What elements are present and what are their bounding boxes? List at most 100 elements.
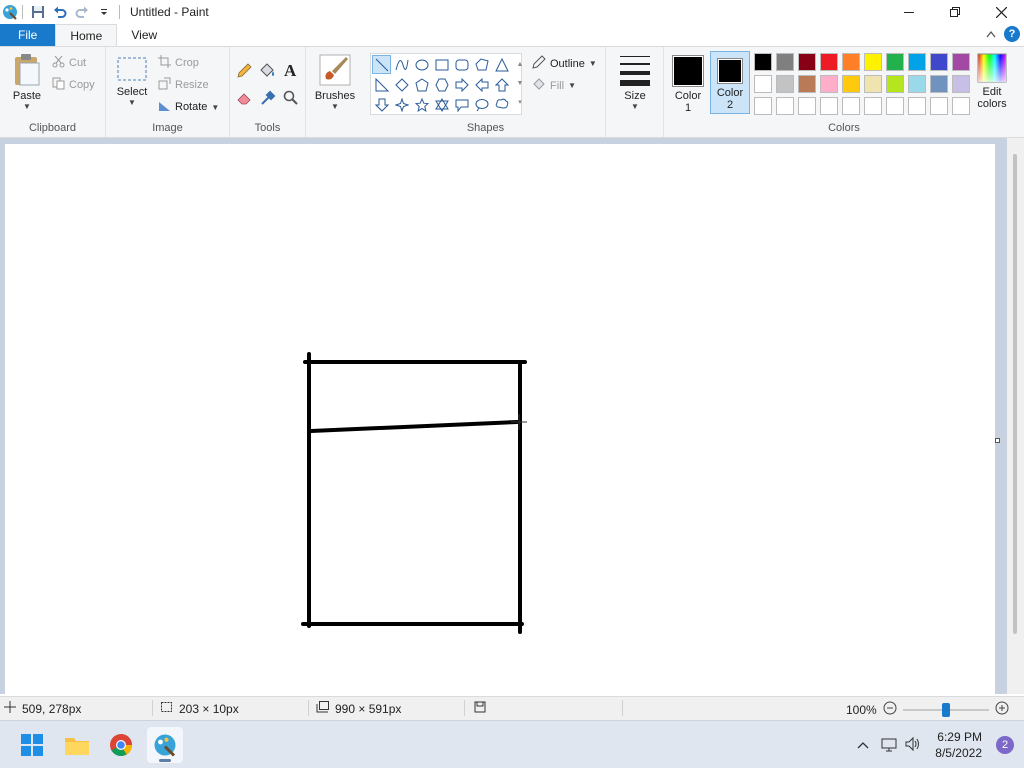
- tab-view[interactable]: View: [117, 24, 171, 46]
- chrome-button[interactable]: [103, 727, 139, 763]
- eraser-icon[interactable]: [236, 91, 252, 108]
- curve-shape-icon[interactable]: [392, 55, 411, 74]
- brushes-button[interactable]: Brushes ▼: [312, 53, 358, 111]
- palette-swatch[interactable]: [930, 97, 948, 115]
- palette-swatch[interactable]: [908, 75, 926, 93]
- hexagon-shape-icon[interactable]: [432, 75, 451, 94]
- palette-swatch[interactable]: [886, 75, 904, 93]
- vertical-scrollbar[interactable]: [1007, 138, 1024, 694]
- close-button[interactable]: [978, 0, 1024, 24]
- polygon-shape-icon[interactable]: [472, 55, 491, 74]
- rectangular-callout-shape-icon[interactable]: [452, 95, 471, 114]
- palette-swatch[interactable]: [798, 75, 816, 93]
- magnifier-icon[interactable]: [283, 90, 299, 109]
- six-point-star-shape-icon[interactable]: [432, 95, 451, 114]
- diamond-shape-icon[interactable]: [392, 75, 411, 94]
- paint-taskbar-button[interactable]: [147, 727, 183, 763]
- down-arrow-shape-icon[interactable]: [372, 95, 391, 114]
- palette-swatch[interactable]: [776, 97, 794, 115]
- palette-swatch[interactable]: [842, 97, 860, 115]
- four-point-star-shape-icon[interactable]: [392, 95, 411, 114]
- palette-swatch[interactable]: [952, 97, 970, 115]
- right-arrow-shape-icon[interactable]: [452, 75, 471, 94]
- triangle-shape-icon[interactable]: [492, 55, 511, 74]
- volume-icon[interactable]: [905, 736, 921, 755]
- palette-swatch[interactable]: [952, 75, 970, 93]
- palette-swatch[interactable]: [864, 75, 882, 93]
- zoom-in-icon[interactable]: [995, 701, 1009, 718]
- palette-swatch[interactable]: [820, 75, 838, 93]
- file-explorer-button[interactable]: [59, 727, 95, 763]
- palette-swatch[interactable]: [776, 53, 794, 71]
- size-button[interactable]: Size ▼: [616, 53, 654, 111]
- palette-swatch[interactable]: [754, 53, 772, 71]
- scrollbar-thumb[interactable]: [1013, 154, 1017, 634]
- oval-shape-icon[interactable]: [412, 55, 431, 74]
- rectangle-shape-icon[interactable]: [432, 55, 451, 74]
- zoom-slider-thumb[interactable]: [941, 702, 950, 717]
- minimize-ribbon-icon[interactable]: [986, 27, 996, 41]
- palette-swatch[interactable]: [952, 53, 970, 71]
- palette-swatch[interactable]: [886, 53, 904, 71]
- zoom-slider[interactable]: [902, 702, 989, 717]
- palette-swatch[interactable]: [842, 75, 860, 93]
- resize-button[interactable]: Resize: [158, 77, 209, 93]
- minimize-button[interactable]: [886, 0, 932, 24]
- color-picker-icon[interactable]: [260, 90, 276, 109]
- fill-button[interactable]: Fill ▼: [532, 77, 576, 94]
- left-arrow-shape-icon[interactable]: [472, 75, 491, 94]
- palette-swatch[interactable]: [864, 97, 882, 115]
- shapes-scroll-up-icon[interactable]: ▲: [515, 55, 525, 74]
- up-arrow-shape-icon[interactable]: [492, 75, 511, 94]
- save-icon[interactable]: [27, 1, 49, 23]
- customize-quick-access-icon[interactable]: [93, 1, 115, 23]
- pencil-icon[interactable]: [236, 63, 252, 82]
- tab-file[interactable]: File: [0, 24, 56, 46]
- fill-bucket-icon[interactable]: [258, 63, 276, 82]
- tab-home[interactable]: Home: [55, 24, 118, 46]
- crop-button[interactable]: Crop: [158, 55, 199, 71]
- edit-colors-button[interactable]: Edit colors: [972, 53, 1012, 110]
- select-button[interactable]: Select ▼: [114, 55, 150, 107]
- redo-icon[interactable]: [71, 1, 93, 23]
- undo-icon[interactable]: [49, 1, 71, 23]
- palette-swatch[interactable]: [864, 53, 882, 71]
- copy-button[interactable]: Copy: [52, 77, 95, 93]
- clock[interactable]: 6:29 PM 8/5/2022: [935, 729, 982, 761]
- palette-swatch[interactable]: [908, 53, 926, 71]
- palette-swatch[interactable]: [776, 75, 794, 93]
- palette-swatch[interactable]: [908, 97, 926, 115]
- palette-swatch[interactable]: [930, 53, 948, 71]
- palette-swatch[interactable]: [820, 53, 838, 71]
- cut-button[interactable]: Cut: [52, 55, 86, 71]
- canvas-resize-handle-right[interactable]: [995, 438, 1000, 443]
- palette-swatch[interactable]: [930, 75, 948, 93]
- drawing-canvas[interactable]: [5, 144, 1000, 696]
- palette-swatch[interactable]: [820, 97, 838, 115]
- palette-swatch[interactable]: [754, 97, 772, 115]
- shapes-scroll-down-icon[interactable]: ▼: [515, 74, 525, 93]
- network-icon[interactable]: [881, 736, 897, 755]
- paste-button[interactable]: Paste ▼: [8, 53, 46, 111]
- palette-swatch[interactable]: [754, 75, 772, 93]
- help-icon[interactable]: ?: [1004, 26, 1020, 42]
- palette-swatch[interactable]: [886, 97, 904, 115]
- cloud-callout-shape-icon[interactable]: [492, 95, 511, 114]
- five-point-star-shape-icon[interactable]: [412, 95, 431, 114]
- outline-button[interactable]: Outline ▼: [532, 55, 597, 72]
- palette-swatch[interactable]: [798, 53, 816, 71]
- text-tool-icon[interactable]: A: [284, 61, 296, 81]
- maximize-button[interactable]: [932, 0, 978, 24]
- line-shape-icon[interactable]: [372, 55, 391, 74]
- rounded-rectangle-shape-icon[interactable]: [452, 55, 471, 74]
- oval-callout-shape-icon[interactable]: [472, 95, 491, 114]
- notification-badge[interactable]: 2: [996, 736, 1014, 754]
- right-triangle-shape-icon[interactable]: [372, 75, 391, 94]
- palette-swatch[interactable]: [798, 97, 816, 115]
- show-hidden-icons-icon[interactable]: [857, 738, 869, 752]
- shapes-more-icon[interactable]: ▾: [515, 93, 525, 112]
- shapes-scroll[interactable]: ▲ ▼ ▾: [515, 55, 525, 112]
- rotate-button[interactable]: Rotate ▼: [158, 99, 219, 115]
- color-2-button[interactable]: Color 2: [710, 51, 750, 114]
- pentagon-shape-icon[interactable]: [412, 75, 431, 94]
